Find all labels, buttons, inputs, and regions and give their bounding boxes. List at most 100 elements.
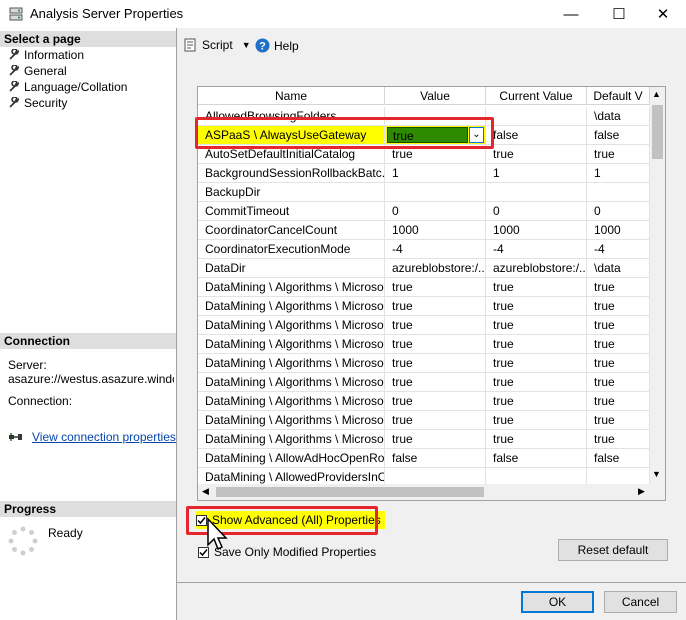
cell-default-value[interactable]: true [587,278,650,297]
cell-value[interactable]: true [385,411,486,430]
cell-name[interactable]: DataMining \ Algorithms \ Microso... [198,392,385,411]
table-row[interactable]: DataMining \ Algorithms \ Microso... true… [198,335,650,354]
cell-current-value[interactable] [486,183,587,202]
minimize-icon[interactable]: — [548,0,594,28]
table-row[interactable]: DataMining \ Algorithms \ Microso... true… [198,297,650,316]
cell-default-value[interactable]: 0 [587,202,650,221]
cell-name[interactable]: DataMining \ AllowAdHocOpenRo... [198,449,385,468]
cell-value[interactable]: 1000 [385,221,486,240]
cell-default-value[interactable]: \data [587,107,650,126]
column-header-current-value[interactable]: Current Value [486,87,587,105]
cell-default-value[interactable]: true [587,354,650,373]
column-header-value[interactable]: Value [385,87,486,105]
cell-name[interactable]: DataMining \ Algorithms \ Microso... [198,316,385,335]
reset-default-button[interactable]: Reset default [558,539,668,561]
cell-default-value[interactable]: -4 [587,240,650,259]
cell-name[interactable]: DataMining \ Algorithms \ Microso... [198,297,385,316]
cell-name[interactable]: DataMining \ Algorithms \ Microso... [198,335,385,354]
cell-value[interactable]: true [385,373,486,392]
table-row[interactable]: DataMining \ AllowAdHocOpenRo... false fal… [198,449,650,468]
cell-current-value[interactable]: false [486,449,587,468]
cell-value[interactable]: true [385,354,486,373]
scroll-right-icon[interactable]: ▶ [638,486,645,497]
cell-current-value[interactable] [486,107,587,126]
maximize-icon[interactable]: ☐ [596,0,642,28]
cell-default-value[interactable]: true [587,392,650,411]
view-connection-row[interactable]: View connection properties [8,430,176,444]
cell-name[interactable]: DataDir [198,259,385,278]
table-row[interactable]: DataMining \ Algorithms \ Microso... true… [198,354,650,373]
column-header-default-value[interactable]: Default V [587,87,650,105]
column-header-name[interactable]: Name [198,87,385,105]
table-row[interactable]: DataMining \ Algorithms \ Microso... true… [198,392,650,411]
cell-name[interactable]: CoordinatorCancelCount [198,221,385,240]
cell-default-value[interactable]: true [587,411,650,430]
cell-current-value[interactable]: true [486,411,587,430]
cell-default-value[interactable] [587,183,650,202]
cell-default-value[interactable]: true [587,430,650,449]
cell-name[interactable]: DataMining \ Algorithms \ Microso... [198,278,385,297]
table-row[interactable]: CoordinatorCancelCount 1000 1000 1000 [198,221,650,240]
page-item-language-collation[interactable]: Language/Collation [8,80,127,94]
cell-current-value[interactable]: azureblobstore:/... [486,259,587,278]
page-item-information[interactable]: Information [8,48,84,62]
cell-value[interactable]: 0 [385,202,486,221]
cell-default-value[interactable]: 1 [587,164,650,183]
scroll-left-icon[interactable]: ◀ [202,486,209,497]
ok-button[interactable]: OK [521,591,594,613]
cell-value[interactable]: -4 [385,240,486,259]
cell-default-value[interactable]: true [587,316,650,335]
table-row[interactable]: DataMining \ Algorithms \ Microso... true… [198,411,650,430]
cell-current-value[interactable]: true [486,316,587,335]
cell-value[interactable]: true [385,297,486,316]
cell-value[interactable]: azureblobstore:/... [385,259,486,278]
table-row[interactable]: DataMining \ Algorithms \ Microso... true… [198,373,650,392]
cell-name[interactable]: DataMining \ Algorithms \ Microso... [198,354,385,373]
table-row[interactable]: DataMining \ Algorithms \ Microso... true… [198,278,650,297]
cell-current-value[interactable]: -4 [486,240,587,259]
cell-value[interactable]: true [385,335,486,354]
cancel-button[interactable]: Cancel [604,591,677,613]
cell-default-value[interactable]: true [587,335,650,354]
cell-name[interactable]: BackgroundSessionRollbackBatc... [198,164,385,183]
vertical-scrollbar[interactable]: ▲ ▼ [650,87,665,484]
cell-value[interactable]: true [385,316,486,335]
cell-current-value[interactable]: false [486,126,587,145]
cell-current-value[interactable]: true [486,354,587,373]
cell-current-value[interactable]: true [486,430,587,449]
cell-value[interactable]: true [385,392,486,411]
chevron-down-icon[interactable]: ▼ [242,40,251,50]
cell-current-value[interactable]: 1000 [486,221,587,240]
scroll-up-icon[interactable]: ▲ [652,89,661,99]
cell-name[interactable]: BackupDir [198,183,385,202]
cell-default-value[interactable]: false [587,449,650,468]
cell-current-value[interactable]: true [486,145,587,164]
horizontal-scroll-thumb[interactable] [216,487,484,497]
scroll-down-icon[interactable]: ▼ [652,469,661,479]
cell-name[interactable]: CommitTimeout [198,202,385,221]
cell-value[interactable]: true [385,278,486,297]
cell-current-value[interactable]: true [486,297,587,316]
table-row[interactable]: CoordinatorExecutionMode -4 -4 -4 [198,240,650,259]
page-item-security[interactable]: Security [8,96,67,110]
script-button[interactable]: Script ▼ [183,38,251,52]
save-modified-checkbox[interactable] [198,546,209,558]
cell-current-value[interactable]: 0 [486,202,587,221]
page-item-general[interactable]: General [8,64,67,78]
cell-default-value[interactable]: true [587,297,650,316]
close-icon[interactable]: ✕ [640,0,686,28]
horizontal-scrollbar[interactable]: ◀ ▶ [198,484,650,500]
table-row[interactable]: CommitTimeout 0 0 0 [198,202,650,221]
table-row[interactable]: DataMining \ Algorithms \ Microso... true… [198,316,650,335]
cell-current-value[interactable]: true [486,392,587,411]
cell-value[interactable] [385,183,486,202]
table-row[interactable]: BackgroundSessionRollbackBatc... 1 1 1 [198,164,650,183]
cell-default-value[interactable]: 1000 [587,221,650,240]
table-row[interactable]: DataMining \ Algorithms \ Microso... true… [198,430,650,449]
cell-default-value[interactable]: true [587,373,650,392]
cell-current-value[interactable]: 1 [486,164,587,183]
view-connection-link[interactable]: View connection properties [32,430,176,444]
cell-default-value[interactable]: false [587,126,650,145]
cell-value[interactable]: 1 [385,164,486,183]
table-row[interactable]: BackupDir [198,183,650,202]
